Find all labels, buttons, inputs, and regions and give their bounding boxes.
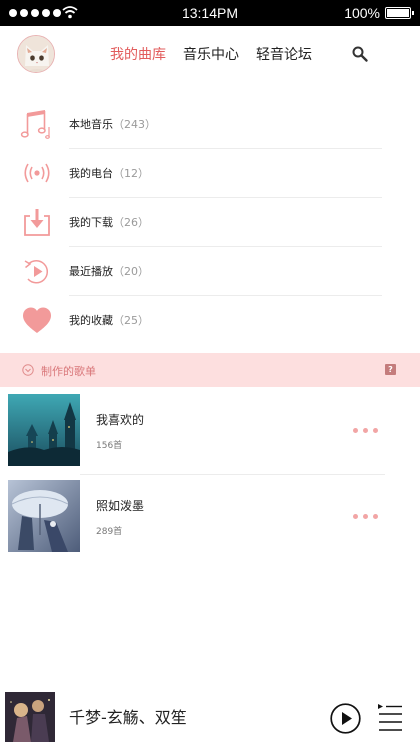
search-icon[interactable] <box>351 45 369 63</box>
menu-label: 本地音乐 <box>69 118 113 131</box>
playlist-cover <box>8 394 80 466</box>
menu-count: （243） <box>113 118 156 131</box>
playlist-item[interactable]: 我喜欢的 156首 <box>0 394 420 475</box>
music-note-icon <box>20 110 50 139</box>
album-art-image <box>5 692 55 742</box>
heart-icon <box>23 307 51 333</box>
menu-item-my-radio[interactable]: 我的电台 （12） <box>0 149 420 198</box>
playlist-name: 我喜欢的 <box>96 413 145 427</box>
song-title: 千梦 <box>69 708 102 727</box>
menu-label: 我的下载 <box>69 216 113 229</box>
playlist-item[interactable]: 照如泼墨 289首 <box>0 480 420 560</box>
now-playing-cover[interactable] <box>5 692 55 742</box>
menu-item-my-favorites[interactable]: 我的收藏 （25） <box>0 296 420 345</box>
menu-item-local-music[interactable]: 本地音乐 （243） <box>0 100 420 149</box>
play-icon[interactable] <box>330 703 361 734</box>
now-playing-title: 千梦-玄觞、双笙 <box>69 704 187 728</box>
top-nav: 我的曲库 音乐中心 轻音论坛 <box>0 26 420 82</box>
tab-my-library[interactable]: 我的曲库 <box>110 44 166 64</box>
playlist-count: 289首 <box>96 527 123 537</box>
now-playing-bar[interactable]: 千梦-玄觞、双笙 <box>0 688 420 747</box>
battery-icon <box>385 7 414 19</box>
avatar[interactable] <box>17 35 55 73</box>
menu-count: （20） <box>113 265 149 278</box>
song-artist: -玄觞、双笙 <box>101 708 187 727</box>
menu-label: 我的收藏 <box>69 314 113 327</box>
playlist-cover <box>8 480 80 552</box>
chevron-down-icon[interactable] <box>22 364 34 376</box>
menu-label: 最近播放 <box>69 265 113 278</box>
menu-item-my-downloads[interactable]: 我的下载 （26） <box>0 198 420 247</box>
queue-icon[interactable] <box>377 702 403 734</box>
menu-count: （26） <box>113 216 149 229</box>
menu-label: 我的电台 <box>69 167 113 180</box>
playlist-name: 照如泼墨 <box>96 499 145 513</box>
castle-cover-image <box>8 394 80 466</box>
battery-percent: 100% <box>344 5 380 21</box>
umbrella-cover-image <box>8 480 80 552</box>
download-icon <box>24 209 50 236</box>
section-title: 制作的歌单 <box>41 365 96 378</box>
menu-count: （25） <box>113 314 149 327</box>
playlist-count: 156首 <box>96 441 123 451</box>
menu-count: （12） <box>113 167 149 180</box>
more-options-icon[interactable] <box>353 428 378 433</box>
radio-icon <box>24 163 50 183</box>
menu-item-recent-play[interactable]: 最近播放 （20） <box>0 247 420 296</box>
cat-avatar-icon <box>18 36 54 72</box>
more-options-icon[interactable] <box>353 514 378 519</box>
tab-music-center[interactable]: 音乐中心 <box>183 44 239 64</box>
status-bar: 13:14PM 100% <box>0 0 420 26</box>
recent-play-icon <box>24 260 49 284</box>
divider <box>80 474 385 475</box>
tab-music-forum[interactable]: 轻音论坛 <box>256 44 312 64</box>
created-playlists-header[interactable]: 制作的歌单 ? <box>0 353 420 387</box>
help-icon[interactable]: ? <box>385 364 396 375</box>
